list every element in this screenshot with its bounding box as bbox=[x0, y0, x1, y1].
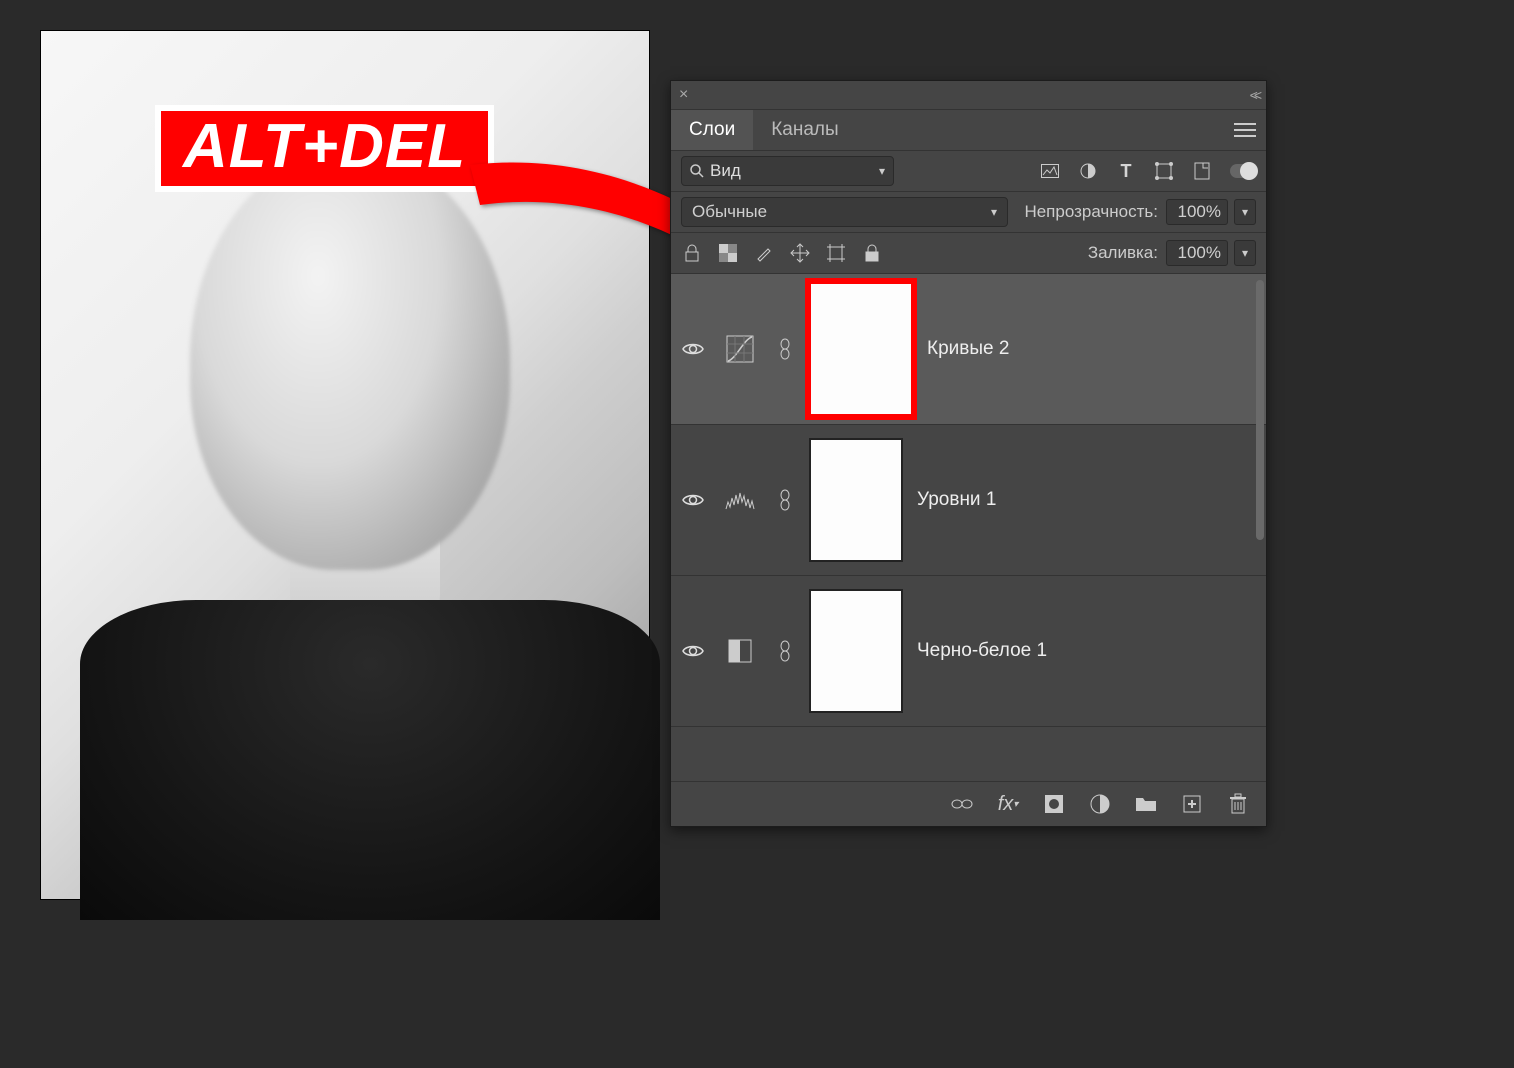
fill-value[interactable]: 100% bbox=[1166, 240, 1228, 266]
tab-layers[interactable]: Слои bbox=[671, 110, 753, 150]
lock-pixels-icon[interactable] bbox=[717, 242, 739, 264]
layer-row[interactable]: Черно-белое 1 bbox=[671, 576, 1266, 727]
visibility-icon[interactable] bbox=[681, 492, 705, 508]
filter-pixel-icon[interactable] bbox=[1040, 161, 1060, 181]
bw-adjust-icon bbox=[719, 639, 761, 663]
blend-mode-value: Обычные bbox=[692, 202, 767, 222]
opacity-value[interactable]: 100% bbox=[1166, 199, 1228, 225]
opacity-stepper[interactable]: ▾ bbox=[1234, 199, 1256, 225]
layer-mask-thumb[interactable] bbox=[809, 438, 903, 562]
link-layers-icon[interactable] bbox=[950, 792, 974, 816]
add-mask-icon[interactable] bbox=[1042, 792, 1066, 816]
delete-layer-icon[interactable] bbox=[1226, 792, 1250, 816]
mask-link-icon[interactable] bbox=[775, 640, 795, 662]
new-adjustment-icon[interactable] bbox=[1088, 792, 1112, 816]
lock-artboard-icon[interactable] bbox=[825, 242, 847, 264]
filter-smart-icon[interactable] bbox=[1192, 161, 1212, 181]
layer-row[interactable]: Кривые 2 bbox=[671, 274, 1266, 425]
fill-label: Заливка: bbox=[1088, 243, 1158, 263]
mask-link-icon[interactable] bbox=[775, 338, 795, 360]
lock-brush-icon[interactable] bbox=[753, 242, 775, 264]
layer-mask-thumb[interactable] bbox=[809, 282, 913, 416]
shortcut-badge: ALT+DEL bbox=[155, 105, 494, 192]
chevron-down-icon: ▾ bbox=[879, 164, 885, 178]
layers-scrollbar[interactable] bbox=[1254, 274, 1264, 729]
opacity-label: Непрозрачность: bbox=[1024, 202, 1158, 222]
filter-shape-icon[interactable] bbox=[1154, 161, 1174, 181]
tab-channels[interactable]: Каналы bbox=[753, 110, 856, 150]
curves-adjust-icon bbox=[719, 335, 761, 363]
lock-label-icon bbox=[681, 242, 703, 264]
new-layer-icon[interactable] bbox=[1180, 792, 1204, 816]
filter-toggle[interactable] bbox=[1230, 164, 1256, 178]
lock-position-icon[interactable] bbox=[789, 242, 811, 264]
visibility-icon[interactable] bbox=[681, 341, 705, 357]
search-icon bbox=[690, 164, 704, 178]
layers-panel: × << Слои Каналы Вид ▾ bbox=[670, 80, 1267, 827]
layer-row[interactable]: Уровни 1 bbox=[671, 425, 1266, 576]
visibility-icon[interactable] bbox=[681, 643, 705, 659]
panel-menu-icon[interactable] bbox=[1224, 121, 1266, 139]
close-icon[interactable]: × bbox=[679, 86, 688, 104]
chevron-down-icon: ▾ bbox=[991, 205, 997, 219]
levels-adjust-icon bbox=[719, 490, 761, 510]
new-group-icon[interactable] bbox=[1134, 792, 1158, 816]
layer-mask-thumb[interactable] bbox=[809, 589, 903, 713]
fill-stepper[interactable]: ▾ bbox=[1234, 240, 1256, 266]
filter-adjust-icon[interactable] bbox=[1078, 161, 1098, 181]
layer-name[interactable]: Кривые 2 bbox=[927, 338, 1009, 360]
filter-kind-label: Вид bbox=[710, 161, 741, 181]
layer-filter-dropdown[interactable]: Вид ▾ bbox=[681, 156, 894, 186]
blend-mode-dropdown[interactable]: Обычные ▾ bbox=[681, 197, 1008, 227]
layers-list: Кривые 2 Уровни 1 Черно-белое 1 bbox=[671, 274, 1266, 729]
layer-name[interactable]: Уровни 1 bbox=[917, 489, 996, 511]
layer-name[interactable]: Черно-белое 1 bbox=[917, 640, 1047, 662]
layers-panel-footer: fx▾ bbox=[671, 781, 1266, 826]
collapse-panel-icon[interactable]: << bbox=[1250, 87, 1258, 103]
lock-all-icon[interactable] bbox=[861, 242, 883, 264]
layer-style-icon[interactable]: fx▾ bbox=[996, 792, 1020, 816]
filter-type-icon[interactable]: T bbox=[1116, 161, 1136, 181]
mask-link-icon[interactable] bbox=[775, 489, 795, 511]
